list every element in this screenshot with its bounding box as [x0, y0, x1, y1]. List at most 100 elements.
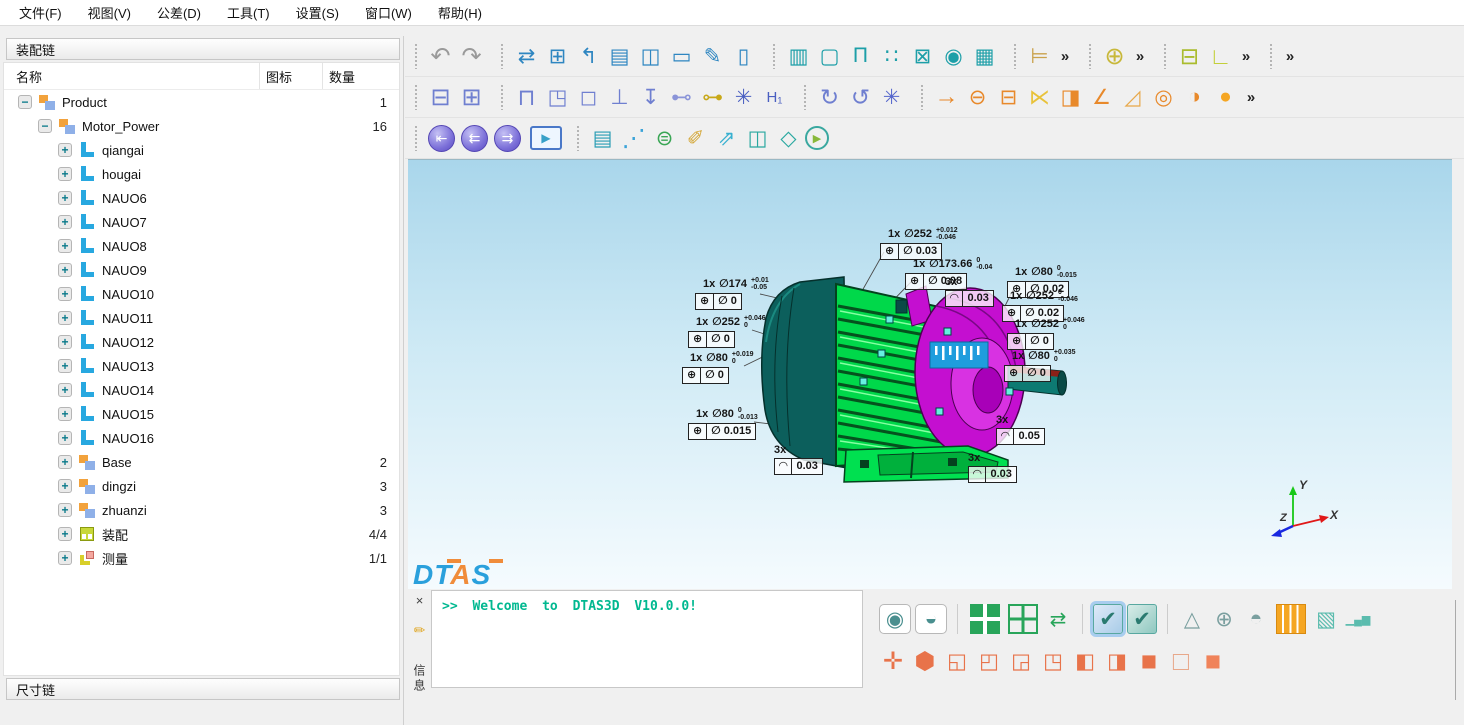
expand-icon[interactable]: + [58, 311, 72, 325]
diameter-dim-icon[interactable]: ⊖ [963, 82, 992, 112]
check-icon[interactable]: ✔ [1127, 604, 1157, 634]
expand-icon[interactable]: + [58, 383, 72, 397]
gdt-annotation[interactable]: 1x∅80+0.0350⊕∅ 0 [1012, 350, 1076, 382]
tree-item-NAUO8[interactable]: +NAUO8 [4, 234, 399, 258]
open-file-icon[interactable]: ↰ [574, 41, 603, 71]
points-view-icon[interactable]: ∷ [877, 41, 906, 71]
ruler-icon[interactable] [1276, 604, 1306, 634]
cube-left-icon[interactable]: ◲ [1006, 646, 1036, 676]
doc-panel-icon[interactable]: ▯ [729, 41, 758, 71]
gdt-annotation[interactable]: 3x◠0.03 [945, 276, 994, 307]
solid-cube-2-icon[interactable]: ■ [1198, 646, 1228, 676]
gdt-annotation[interactable]: 1x∅174+0.01-0.05⊕∅ 0 [703, 278, 769, 310]
tree-item-Product[interactable]: −Product1 [4, 90, 399, 114]
h1-label-icon[interactable]: H₁ [760, 82, 789, 112]
expand-icon[interactable]: + [58, 215, 72, 229]
overflow-icon[interactable]: » [1237, 41, 1255, 71]
expand-icon[interactable]: + [58, 455, 72, 469]
expand-icon[interactable]: + [58, 431, 72, 445]
menu-item[interactable]: 文件(F) [6, 0, 75, 25]
assembly-table-a-icon[interactable]: ⊟ [426, 82, 455, 112]
caliper-icon[interactable]: ⋉ [1025, 82, 1054, 112]
tree-item-NAUO11[interactable]: +NAUO11 [4, 306, 399, 330]
cube-in-box-icon[interactable]: ◳ [543, 82, 572, 112]
console-output[interactable]: >> Welcome to DTAS3D V10.0.0! [431, 590, 863, 688]
doc-frame-icon[interactable]: ▭ [667, 41, 696, 71]
blueprint-icon[interactable]: ▤ [588, 123, 617, 153]
scatter-parts-icon[interactable]: ⋰ [619, 123, 648, 153]
wire-cube-orange-icon[interactable]: □ [1166, 646, 1196, 676]
tree-item-NAUO6[interactable]: +NAUO6 [4, 186, 399, 210]
filled-circle-icon[interactable]: ● [1211, 82, 1240, 112]
cube-front-icon[interactable]: ◧ [1070, 646, 1100, 676]
column-icon[interactable]: 图标 [259, 63, 322, 89]
rewind-icon[interactable]: ⇇ [461, 125, 488, 152]
tab-info[interactable]: 信息 [411, 664, 428, 694]
tree-item-hougai[interactable]: +hougai [4, 162, 399, 186]
cube-pins-icon[interactable]: ⊥ [605, 82, 634, 112]
design-board-icon[interactable]: ✐ [681, 123, 710, 153]
overflow-icon[interactable]: » [1056, 41, 1074, 71]
play-circle-icon[interactable]: ▶ [805, 126, 829, 150]
tree-item-NAUO9[interactable]: +NAUO9 [4, 258, 399, 282]
star-points-icon[interactable]: ✳ [877, 82, 906, 112]
cylinder-band-icon[interactable]: ⊜ [650, 123, 679, 153]
close-icon[interactable]: × [416, 594, 424, 608]
new-file-icon[interactable]: ⊞ [543, 41, 572, 71]
expand-icon[interactable]: + [58, 407, 72, 421]
grid-outline-icon[interactable] [1008, 604, 1038, 634]
tree-item-NAUO10[interactable]: +NAUO10 [4, 282, 399, 306]
shapes-target-icon[interactable]: ⊕ [1209, 604, 1239, 634]
collapse-icon[interactable]: − [18, 95, 32, 109]
report-doc-icon[interactable]: ▤ [605, 41, 634, 71]
box-dim-icon[interactable]: ⊟ [994, 82, 1023, 112]
measure-tool-icon[interactable]: ∟ [1206, 41, 1235, 71]
fit-view-icon[interactable]: ✛ [878, 646, 908, 676]
circle-view-icon[interactable]: ◉ [939, 41, 968, 71]
plane-pins-icon[interactable]: ◨ [1056, 82, 1085, 112]
column-name[interactable]: 名称 [4, 67, 259, 86]
tree-item-dingzi[interactable]: +dingzi3 [4, 474, 399, 498]
expand-icon[interactable]: + [58, 191, 72, 205]
ribs-view-icon[interactable]: ▥ [784, 41, 813, 71]
overlap-circles-icon[interactable]: ◎ [1149, 82, 1178, 112]
expand-icon[interactable]: + [58, 551, 72, 565]
fast-forward-icon[interactable]: ⇉ [494, 125, 521, 152]
shapes-icon[interactable]: △ [1177, 604, 1207, 634]
frame-view-icon[interactable]: ▢ [815, 41, 844, 71]
angle-dim-icon[interactable]: ∠ [1087, 82, 1116, 112]
clear-console-icon[interactable]: ✏ [414, 622, 426, 639]
expand-icon[interactable]: + [58, 287, 72, 301]
expand-icon[interactable]: + [58, 503, 72, 517]
gdt-annotation[interactable]: 3x◠0.05 [996, 414, 1045, 445]
swap-views-icon[interactable]: ⇄ [1043, 604, 1073, 634]
network-icon[interactable]: ✳ [729, 82, 758, 112]
dome-target-icon[interactable]: ◓ [1241, 604, 1271, 634]
cube-back-icon[interactable]: ◨ [1102, 646, 1132, 676]
gdt-annotation[interactable]: 3x◠0.03 [968, 452, 1017, 483]
cube-icon[interactable]: ◻ [574, 82, 603, 112]
link-b-icon[interactable]: ⊶ [698, 82, 727, 112]
cube-right-icon[interactable]: ◳ [1038, 646, 1068, 676]
bolt-tool-icon[interactable]: ⊨ [1025, 41, 1054, 71]
expand-icon[interactable]: + [58, 479, 72, 493]
overflow-icon[interactable]: » [1242, 82, 1260, 112]
tree-item-NAUO15[interactable]: +NAUO15 [4, 402, 399, 426]
overflow-icon[interactable]: » [1281, 41, 1299, 71]
tree-item-NAUO7[interactable]: +NAUO7 [4, 210, 399, 234]
menu-item[interactable]: 帮助(H) [425, 0, 495, 25]
expand-icon[interactable]: + [58, 167, 72, 181]
assembly-table-b-icon[interactable]: ⊞ [457, 82, 486, 112]
tree-item-装配[interactable]: +装配4/4 [4, 522, 399, 546]
pillar-view-icon[interactable]: Π [846, 41, 875, 71]
collapse-icon[interactable]: − [38, 119, 52, 133]
tree-item-NAUO14[interactable]: +NAUO14 [4, 378, 399, 402]
iso-view-icon[interactable]: ⬢ [910, 646, 940, 676]
check-active-icon[interactable]: ✔ [1093, 604, 1123, 634]
rotate-cylinder-a-icon[interactable]: ↻ [815, 82, 844, 112]
tree-item-Motor_Power[interactable]: −Motor_Power16 [4, 114, 399, 138]
move-arrow-icon[interactable]: → [932, 82, 961, 112]
expand-icon[interactable]: + [58, 239, 72, 253]
solid-cube-icon[interactable]: ■ [1134, 646, 1164, 676]
location-pins-icon[interactable]: ↧ [636, 82, 665, 112]
